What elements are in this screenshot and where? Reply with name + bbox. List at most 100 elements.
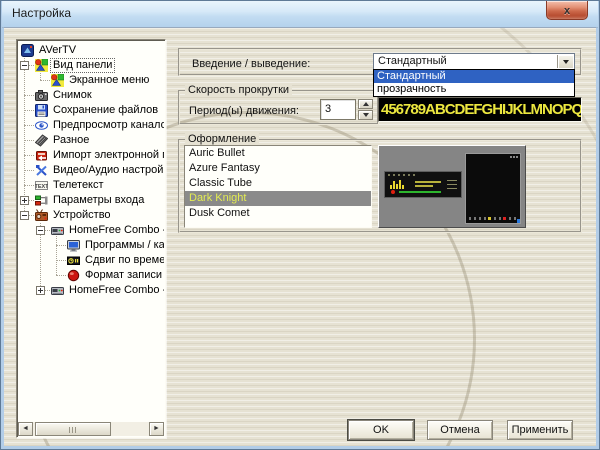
combobox-value: Стандартный — [378, 55, 447, 67]
tree-item[interactable]: HomeFree Combo - (1) [0 — [18, 223, 164, 238]
skin-list-item[interactable]: Auric Bullet — [185, 146, 371, 161]
spectrum-bar — [390, 185, 392, 189]
scrollbar-thumb[interactable] — [35, 422, 111, 436]
cancel-button[interactable]: Отмена — [427, 420, 493, 440]
triangle-down-icon — [362, 113, 369, 117]
control-panel-indicators — [447, 180, 457, 190]
tv-window-toolbar — [469, 217, 517, 220]
marquee-preview: 456789ABCDEFGHIJKLMNOPQRSTUVW — [378, 97, 582, 122]
svg-text:TEXT: TEXT — [35, 184, 48, 190]
tree-item[interactable]: Видео/Аудио настройки — [18, 163, 164, 178]
tree-item-label[interactable]: Программы / кана — [83, 239, 164, 252]
device-icon — [35, 209, 48, 222]
tree-item-label[interactable]: Импорт электронной прог — [51, 149, 164, 162]
avertv-logo — [21, 44, 34, 57]
skin-list-item[interactable]: Dark Knight — [185, 191, 371, 206]
expand-icon[interactable] — [20, 196, 29, 205]
spectrum-bar — [399, 180, 401, 189]
skin-list-item[interactable]: Dusk Comet — [185, 206, 371, 221]
skin-preview-tv-window — [465, 153, 521, 224]
tree-item-label[interactable]: Экранное меню — [67, 74, 151, 87]
skin-preview-control-panel — [384, 171, 462, 198]
misc-icon — [35, 134, 48, 147]
tree-item-label[interactable]: HomeFree Combo - (1) [0 — [67, 224, 164, 237]
tree-item-label[interactable]: AVerTV — [37, 44, 78, 57]
tv-resize-corner — [517, 219, 520, 223]
skin-group-title: Оформление — [185, 133, 260, 145]
camera-icon — [35, 89, 48, 102]
tv-record-dot — [503, 217, 506, 220]
period-input[interactable]: 3 — [320, 99, 356, 120]
input-icon — [35, 194, 48, 207]
display-text-line — [415, 185, 433, 187]
tree-item[interactable]: Разное — [18, 133, 164, 148]
close-icon: x — [563, 5, 571, 17]
skin-list-item[interactable]: Classic Tube — [185, 176, 371, 191]
panel-icon — [51, 74, 64, 87]
progress-bar — [399, 191, 441, 193]
tree-item[interactable]: Предпросмотр каналов — [18, 118, 164, 133]
collapse-icon[interactable] — [20, 61, 29, 70]
import-icon — [35, 149, 48, 162]
skin-list-item[interactable]: Azure Fantasy — [185, 161, 371, 176]
tree-item-label[interactable]: Предпросмотр каналов — [51, 119, 164, 132]
tree-item[interactable]: Вид панели — [18, 58, 164, 73]
stepper-down-button[interactable] — [358, 110, 373, 120]
stepper-up-button[interactable] — [358, 99, 373, 109]
apply-button[interactable]: Применить — [507, 420, 573, 440]
dialog-client-area: AVerTV Вид панели Экранное меню Снимок Сохра… — [4, 27, 596, 446]
collapse-icon[interactable] — [20, 211, 29, 220]
tree-horizontal-scrollbar[interactable]: ◄ ► — [18, 422, 164, 436]
settings-tree[interactable]: AVerTV Вид панели Экранное меню Снимок Сохра… — [18, 41, 164, 421]
tree-item[interactable]: Сохранение файлов — [18, 103, 164, 118]
tree-item[interactable]: AVerTV — [18, 43, 164, 58]
tree-item[interactable]: Устройство — [18, 208, 164, 223]
skin-preview — [378, 145, 526, 228]
io-mode-dropdown-list[interactable]: Стандартный прозрачность — [373, 69, 575, 97]
close-button[interactable]: x — [546, 1, 588, 20]
tree-item-label[interactable]: Телетекст — [51, 179, 106, 192]
ok-button[interactable]: OK — [348, 420, 414, 440]
collapse-icon[interactable] — [36, 226, 45, 235]
combo-dropdown-button[interactable] — [557, 55, 573, 68]
settings-tree-panel: AVerTV Вид панели Экранное меню Снимок Сохра… — [16, 39, 166, 438]
marquee-text: 456789ABCDEFGHIJKLMNOPQRSTUVW — [381, 101, 582, 118]
dropdown-option[interactable]: прозрачность — [374, 83, 574, 96]
tree-item[interactable]: Импорт электронной прог — [18, 148, 164, 163]
tree-item[interactable]: Снимок — [18, 88, 164, 103]
tree-item[interactable]: Сдвиг по времени — [18, 253, 164, 268]
period-stepper — [358, 99, 373, 120]
tree-item-label[interactable]: Сдвиг по времени — [83, 254, 164, 267]
tree-item-label[interactable]: Разное — [51, 134, 91, 147]
tree-item[interactable]: Параметры входа — [18, 193, 164, 208]
io-mode-combobox[interactable]: Стандартный — [373, 53, 575, 70]
tree-item-label[interactable]: Сохранение файлов — [51, 104, 160, 117]
spectrum-bar — [393, 181, 395, 189]
tree-item[interactable]: HomeFree Combo - (2) [0 — [18, 283, 164, 298]
tree-item-label[interactable]: Видео/Аудио настройки — [51, 164, 164, 177]
record-dot — [391, 190, 395, 194]
tree-item[interactable]: Программы / кана — [18, 238, 164, 253]
skin-listbox[interactable]: Auric Bullet Azure Fantasy Classic Tube Dar… — [184, 145, 372, 228]
scroll-left-button[interactable]: ◄ — [18, 422, 33, 436]
eye-icon — [35, 119, 48, 132]
tree-item-label[interactable]: Формат записи — [83, 269, 164, 282]
tree-item[interactable]: Формат записи — [18, 268, 164, 283]
tuner-icon — [51, 284, 64, 297]
tree-item-label[interactable]: Устройство — [51, 209, 113, 222]
tree-item[interactable]: Экранное меню — [18, 73, 164, 88]
period-label: Период(ы) движения: — [189, 105, 299, 117]
scroll-right-button[interactable]: ► — [149, 422, 164, 436]
dropdown-option[interactable]: Стандартный — [374, 70, 574, 83]
expand-icon[interactable] — [36, 286, 45, 295]
teletext-icon: TEXT — [35, 179, 48, 192]
io-label: Введение / выведение: — [192, 58, 311, 70]
tools-icon — [35, 164, 48, 177]
title-bar[interactable]: Настройка x — [2, 1, 598, 28]
tree-item[interactable]: TEXT Телетекст — [18, 178, 164, 193]
tree-item-label[interactable]: Вид панели — [49, 58, 116, 73]
tree-item-label[interactable]: Снимок — [51, 89, 94, 102]
monitor-icon — [67, 239, 80, 252]
tree-item-label[interactable]: HomeFree Combo - (2) [0 — [67, 284, 164, 297]
tree-item-label[interactable]: Параметры входа — [51, 194, 146, 207]
